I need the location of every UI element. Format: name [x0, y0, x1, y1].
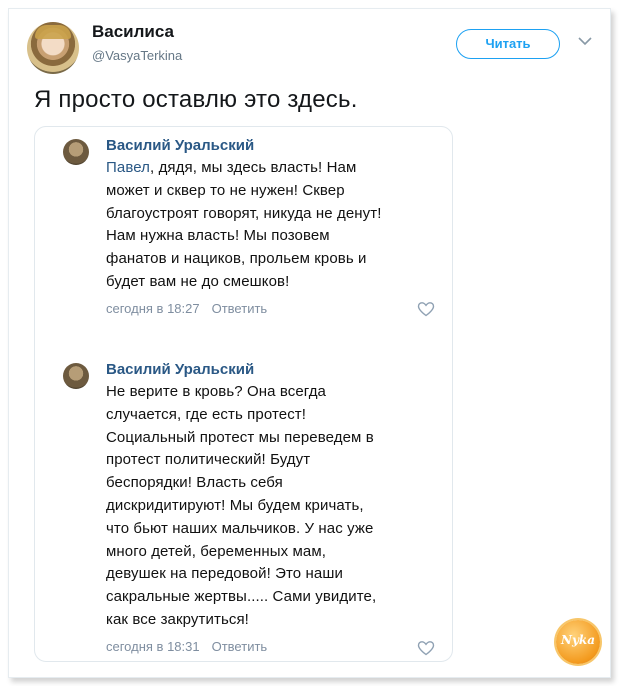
watermark-logo: Nyka — [556, 620, 600, 664]
user-handle[interactable]: @VasyaTerkina — [92, 48, 182, 63]
comment-line: много детей, беременных мам, — [106, 542, 326, 560]
comment-author: Василий Уральский — [106, 137, 255, 154]
comment-line: что бьют наших мальчиков. У нас уже — [106, 519, 374, 537]
comment-line: дискридитируют! Мы будем кричать, — [106, 496, 364, 514]
comment-text: Павел, дядя, мы здесь власть! Нам может … — [106, 157, 436, 294]
chevron-down-icon[interactable] — [576, 34, 594, 48]
watermark-text: Nyka — [560, 633, 596, 647]
comment-line: благоустроят говорят, никуда не денут! — [106, 204, 382, 222]
user-name[interactable]: Василиса — [92, 22, 174, 42]
comment-line: Не верите в кровь? Она всегда — [106, 383, 326, 400]
comment-meta: сегодня в 18:31 Ответить — [106, 639, 267, 654]
comment-line: фанатов и нациков, прольем кровь и — [106, 250, 367, 268]
comment-time: сегодня в 18:31 — [106, 639, 200, 654]
comment-time: сегодня в 18:27 — [106, 301, 200, 316]
comment-line: Социальный протест мы переведем в — [106, 428, 374, 446]
comment-line: протест политический! Будут — [106, 451, 311, 469]
comment-line: девушек на передовой! Это наши — [106, 565, 343, 583]
tweet-text: Я просто оставлю это здесь. — [34, 86, 358, 113]
comment-line: , дядя, мы здесь власть! Нам — [150, 159, 357, 176]
heart-icon[interactable] — [417, 301, 435, 317]
comment-line: беспорядки! Власть себя — [106, 474, 283, 492]
comment-line: будет вам не до смешков! — [106, 272, 290, 290]
comment-text: Не верите в кровь? Она всегда случается,… — [106, 381, 436, 632]
heart-icon[interactable] — [417, 640, 435, 656]
comment-avatar — [63, 139, 89, 165]
reply-link[interactable]: Ответить — [212, 639, 268, 654]
reply-link[interactable]: Ответить — [212, 301, 268, 316]
comment-avatar — [63, 363, 89, 389]
comment-line: случается, где есть протест! — [106, 405, 307, 423]
comment-mention: Павел — [106, 159, 151, 176]
comment-meta: сегодня в 18:27 Ответить — [106, 301, 267, 316]
comment-line: Нам нужна власть! Мы позовем — [106, 227, 330, 245]
tweet-media-screenshot[interactable]: Василий Уральский Павел, дядя, мы здесь … — [34, 126, 453, 662]
comment-line: сакральные жертвы..... Сами увидите, — [106, 588, 377, 606]
comment-line: как все закрутиться! — [106, 610, 249, 628]
comment-author: Василий Уральский — [106, 361, 255, 378]
user-avatar[interactable] — [27, 22, 79, 74]
comment-line: может и сквер то не нужен! Сквер — [106, 181, 345, 199]
follow-button[interactable]: Читать — [456, 29, 560, 59]
